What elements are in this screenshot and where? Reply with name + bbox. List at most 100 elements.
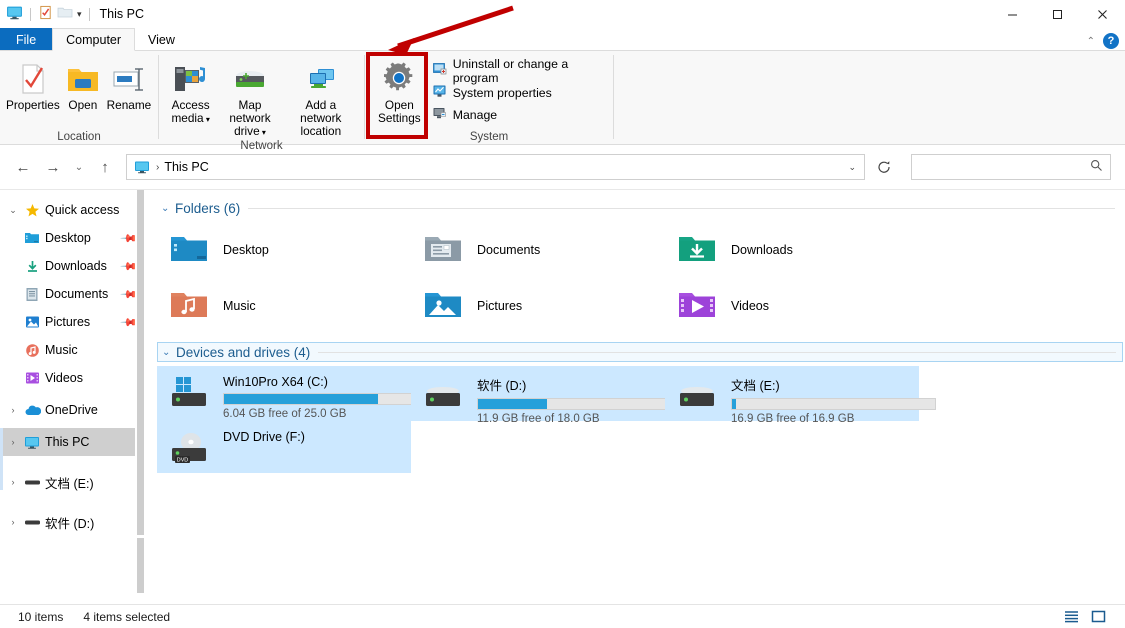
svg-text:DVD: DVD (177, 457, 188, 463)
rename-button[interactable]: Rename (106, 55, 152, 112)
sidebar-item-drive-e[interactable]: › 文档 (E:) (0, 468, 145, 496)
large-icons-view-icon[interactable] (1090, 608, 1107, 625)
breadcrumb-separator[interactable]: › (156, 162, 159, 173)
search-box[interactable] (911, 154, 1111, 180)
folder-name-desktop: Desktop (223, 243, 269, 257)
maximize-button[interactable] (1035, 0, 1080, 28)
sidebar-item-quick-access[interactable]: ⌄ Quick access (0, 196, 145, 224)
manage-label: Manage (453, 108, 497, 122)
documents-folder-icon (423, 232, 463, 269)
sidebar-item-downloads[interactable]: Downloads 📌 (0, 252, 145, 280)
tab-computer[interactable]: Computer (52, 28, 135, 51)
documents-icon (22, 287, 42, 302)
collapse-ribbon-icon[interactable]: ⌃ (1087, 36, 1095, 47)
address-field[interactable]: › This PC ⌄ (126, 154, 865, 180)
drive-icon-e (679, 374, 719, 417)
breadcrumb-path[interactable]: This PC (164, 160, 208, 174)
sidebar-label-desktop: Desktop (45, 231, 91, 245)
up-button[interactable]: ↑ (90, 152, 120, 182)
back-button[interactable]: ← (8, 152, 38, 182)
add-network-location-button[interactable]: Add a networklocation (284, 55, 358, 138)
details-view-icon[interactable] (1063, 608, 1080, 625)
open-settings-button[interactable]: OpenSettings (371, 55, 428, 125)
drive-tile-c[interactable]: Win10Pro X64 (C:) 6.04 GB free of 25.0 G… (157, 366, 411, 421)
minimize-button[interactable] (990, 0, 1035, 28)
folder-tile-pictures[interactable]: Pictures (411, 278, 665, 334)
chevron-down-icon-folders[interactable]: ⌄ (161, 203, 175, 214)
expander-icon[interactable]: ⌄ (4, 205, 22, 216)
expander-icon-onedrive[interactable]: › (4, 405, 22, 415)
help-button[interactable]: ? (1103, 33, 1119, 49)
properties-button[interactable]: Properties (6, 55, 60, 112)
sidebar-item-desktop[interactable]: Desktop 📌 (0, 224, 145, 252)
sidebar-item-documents[interactable]: Documents 📌 (0, 280, 145, 308)
sidebar-label-onedrive: OneDrive (45, 403, 98, 417)
sidebar-item-videos[interactable]: Videos (0, 364, 145, 392)
chevron-down-icon: ▾ (204, 115, 210, 124)
manage-button[interactable]: Manage (431, 105, 607, 124)
dropdown-icon[interactable]: ▾ (77, 9, 82, 20)
manage-icon (433, 106, 447, 123)
refresh-button[interactable] (869, 152, 899, 182)
sidebar-scrollbar-thumb-2[interactable] (137, 538, 144, 593)
drive-tile-f[interactable]: DVD DVD Drive (F:) (157, 421, 411, 473)
drive-tile-d[interactable]: 软件 (D:) 11.9 GB free of 18.0 GB (411, 366, 665, 421)
title-bar: ▾ This PC (0, 0, 1125, 28)
this-pc-icon (22, 435, 42, 450)
folders-group-title: Folders (6) (175, 201, 240, 216)
toolbar-divider-2 (89, 8, 90, 21)
tab-view[interactable]: View (135, 28, 188, 51)
ribbon-tab-actions: ⌃ ? (1087, 33, 1119, 49)
sidebar-item-this-pc[interactable]: › This PC (0, 428, 145, 456)
sidebar-item-pictures[interactable]: Pictures 📌 (0, 308, 145, 336)
folder-name-pictures: Pictures (477, 299, 522, 313)
music-icon (22, 343, 42, 358)
folder-tile-desktop[interactable]: Desktop (157, 222, 411, 278)
sidebar-item-drive-d[interactable]: › 软件 (D:) (0, 508, 145, 536)
sidebar-item-music[interactable]: Music (0, 336, 145, 364)
properties-icon[interactable] (38, 5, 53, 23)
expander-icon-drive-e[interactable]: › (4, 477, 22, 487)
tab-file[interactable]: File (0, 28, 52, 51)
status-bar: 10 items 4 items selected (0, 604, 1125, 628)
recent-locations-button[interactable]: ⌄ (68, 152, 90, 182)
drive-free-d: 11.9 GB free of 18.0 GB (477, 413, 682, 425)
sidebar-scrollbar[interactable] (135, 190, 145, 604)
folders-group-rule (248, 208, 1115, 209)
properties-icon (18, 61, 48, 95)
drives-group-header[interactable]: ⌄ Devices and drives (4) (157, 342, 1123, 362)
folder-tile-videos[interactable]: Videos (665, 278, 919, 334)
folder-tile-music[interactable]: Music (157, 278, 411, 334)
settings-gear-icon (382, 61, 416, 95)
address-dropdown-icon[interactable]: ⌄ (848, 162, 856, 173)
system-properties-button[interactable]: System properties (431, 83, 607, 102)
access-media-button[interactable]: Accessmedia ▾ (165, 55, 216, 125)
drive-name-f: DVD Drive (F:) (223, 430, 401, 444)
location-group-label: Location (0, 129, 158, 145)
map-network-drive-button[interactable]: Map networkdrive ▾ (216, 55, 283, 138)
folder-icon[interactable] (57, 5, 73, 23)
this-pc-icon[interactable] (6, 4, 23, 24)
videos-icon (22, 371, 42, 385)
sidebar-item-onedrive[interactable]: › OneDrive (0, 396, 145, 424)
system-small-buttons: Uninstall or change a program System pro… (428, 55, 607, 124)
expander-icon-this-pc[interactable]: › (4, 437, 22, 447)
chevron-down-icon-drives[interactable]: ⌄ (162, 347, 176, 358)
ribbon-group-location: Properties Open Rename Location (0, 51, 158, 145)
open-button[interactable]: Open (60, 55, 106, 112)
drive-capacity-bar-e (731, 398, 936, 410)
folder-tile-downloads[interactable]: Downloads (665, 222, 919, 278)
expander-icon-drive-d[interactable]: › (4, 517, 22, 527)
folder-tile-documents[interactable]: Documents (411, 222, 665, 278)
uninstall-program-button[interactable]: Uninstall or change a program (431, 61, 607, 80)
search-input[interactable] (919, 159, 1090, 175)
drive-capacity-fill-d (478, 399, 547, 409)
folders-group-header[interactable]: ⌄ Folders (6) (157, 198, 1121, 218)
drives-group-title: Devices and drives (4) (176, 345, 310, 360)
desktop-folder-icon (169, 232, 209, 269)
drive-tile-e[interactable]: 文档 (E:) 16.9 GB free of 16.9 GB (665, 366, 919, 421)
sidebar-scrollbar-thumb[interactable] (137, 190, 144, 535)
forward-button[interactable]: → (38, 152, 68, 182)
close-button[interactable] (1080, 0, 1125, 28)
search-icon[interactable] (1090, 159, 1103, 175)
